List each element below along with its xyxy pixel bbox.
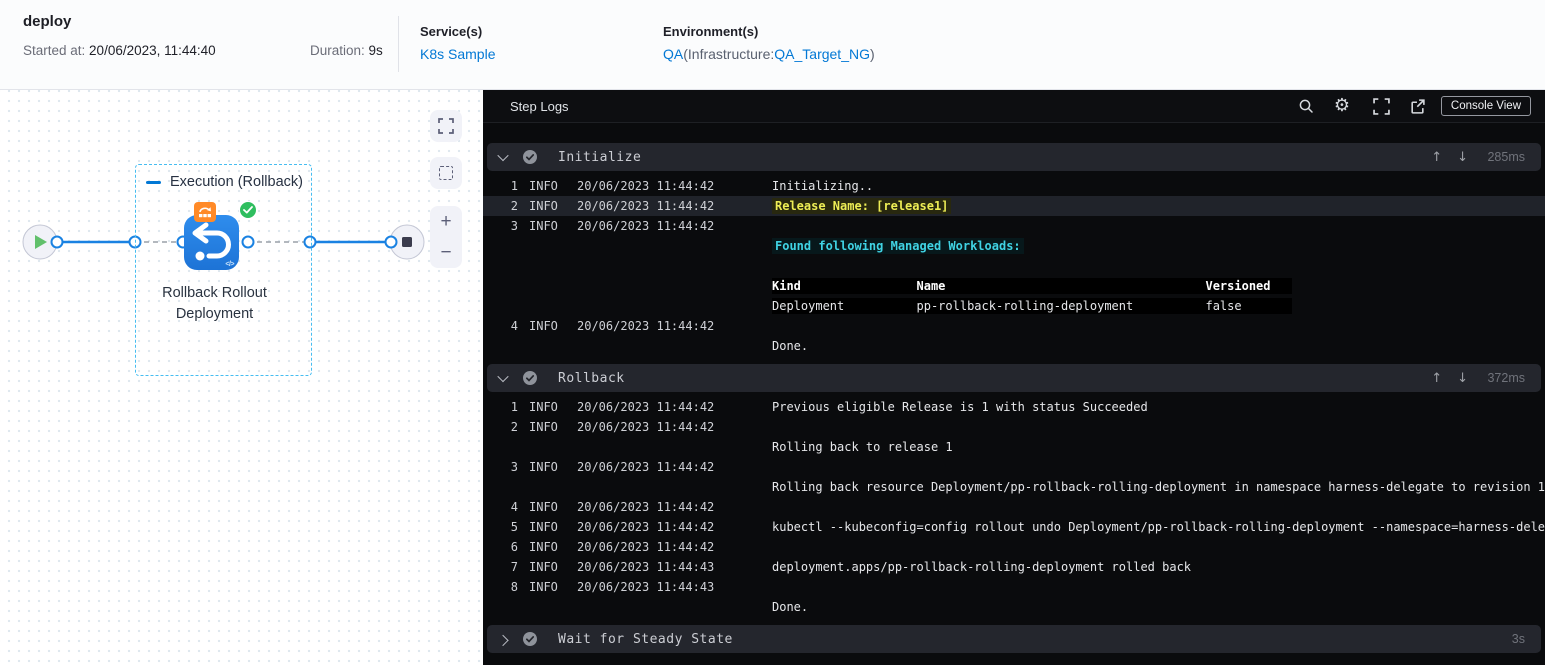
zoom-in-button[interactable]: + xyxy=(440,212,451,231)
log-line: Deployment pp-rollback-rolling-deploymen… xyxy=(772,298,1293,314)
search-icon xyxy=(1299,99,1313,113)
duration: Duration: 9s xyxy=(310,43,383,58)
log-line: Rolling back resource Deployment/pp-roll… xyxy=(772,480,1545,494)
environments-label: Environment(s) xyxy=(663,24,759,39)
chevron-down-icon xyxy=(497,370,509,383)
log-line: 2 INFO 20/06/2023 11:44:42 xyxy=(510,420,715,434)
log-line: Found following Managed Workloads: xyxy=(483,236,1545,256)
log-line: 3 INFO 20/06/2023 11:44:42 xyxy=(510,460,715,474)
step-success-check-icon xyxy=(523,632,537,646)
log-section-wait-for-steady-state: Wait for Steady State 3s xyxy=(483,625,1545,653)
infrastructure-link[interactable]: QA_Target_NG xyxy=(774,46,870,62)
log-sections: Initialize ↑ ↓ 285ms 1 INFO 20/06/2023 11:44… xyxy=(483,123,1545,653)
marquee-select-icon xyxy=(439,166,453,180)
code-glyph-icon: </> xyxy=(225,261,234,268)
log-section-header-wait-for-steady-state[interactable]: Wait for Steady State 3s xyxy=(487,625,1541,653)
zoom-out-button[interactable]: − xyxy=(440,243,451,262)
log-line: 7 INFO 20/06/2023 11:44:43 deployment.apps/… xyxy=(510,560,1192,574)
section-log-lines: 1 INFO 20/06/2023 11:44:42 Previous eligibl… xyxy=(483,397,1545,617)
pipeline-graph-canvas[interactable]: Execution (Rollback) </> Rollback Rollou xyxy=(0,90,483,665)
collapse-group-icon[interactable] xyxy=(146,180,161,184)
section-title: Initialize xyxy=(558,149,642,165)
section-duration: 285ms xyxy=(1487,150,1525,164)
log-line: Done. xyxy=(772,600,809,614)
started-at: Started at: 20/06/2023, 11:44:40 xyxy=(23,43,216,58)
header-divider xyxy=(398,16,399,72)
log-line: 8 INFO 20/06/2023 11:44:43 xyxy=(510,580,715,594)
execution-header: deploy Started at: 20/06/2023, 11:44:40 … xyxy=(0,0,1545,90)
log-line: Kind Name Versioned xyxy=(772,278,1293,294)
infrastructure-prefix: (Infrastructure: xyxy=(683,46,775,62)
log-line: 5 INFO 20/06/2023 11:44:42 kubectl --kubeco… xyxy=(510,520,1545,534)
log-section-header-rollback[interactable]: Rollback ↑ ↓ 372ms xyxy=(487,364,1541,392)
scroll-to-top-icon[interactable]: ↑ xyxy=(1431,150,1442,165)
scroll-to-top-icon[interactable]: ↑ xyxy=(1431,371,1442,386)
scroll-to-bottom-icon[interactable]: ↓ xyxy=(1457,150,1468,165)
infrastructure-suffix: ) xyxy=(869,46,875,62)
chevron-down-icon xyxy=(497,149,509,162)
expand-logs-button[interactable] xyxy=(1367,95,1397,117)
environment-link[interactable]: QA xyxy=(663,46,683,62)
pipeline-execution-page: deploy Started at: 20/06/2023, 11:44:40 … xyxy=(0,0,1545,665)
step-success-check-icon xyxy=(523,150,537,164)
log-line: 1 INFO 20/06/2023 11:44:42 Previous eligibl… xyxy=(510,400,1148,414)
service-link[interactable]: K8s Sample xyxy=(420,46,495,62)
section-log-lines: 1 INFO 20/06/2023 11:44:42 Initializing.. 2 I… xyxy=(483,176,1545,356)
services-label: Service(s) xyxy=(420,24,483,39)
rolling-deployment-badge-icon xyxy=(194,202,216,222)
console-view-button[interactable]: Console View xyxy=(1440,96,1531,116)
execution-group-label[interactable]: Execution (Rollback) xyxy=(146,174,303,190)
section-title: Wait for Steady State xyxy=(558,631,733,647)
step-success-check-icon xyxy=(239,201,257,219)
page-title: deploy xyxy=(23,13,72,30)
step-label: Rollback Rollout Deployment xyxy=(162,285,267,322)
log-line: 1 INFO 20/06/2023 11:44:42 Initializing.. xyxy=(510,179,874,193)
scroll-to-bottom-icon[interactable]: ↓ xyxy=(1457,371,1468,386)
step-logs-title: Step Logs xyxy=(510,98,569,114)
fullscreen-icon xyxy=(1373,97,1391,115)
stop-icon xyxy=(402,237,412,247)
log-section-rollback: Rollback ↑ ↓ 372ms 1 INFO 20/06/2023 11:44:4… xyxy=(483,364,1545,617)
settings-button[interactable]: ⚙ xyxy=(1327,95,1357,117)
log-section-initialize: Initialize ↑ ↓ 285ms 1 INFO 20/06/2023 11:44… xyxy=(483,143,1545,356)
environments-block: Environment(s) QA(Infrastructure:QA_Targ… xyxy=(663,24,875,62)
log-line: 6 INFO 20/06/2023 11:44:42 xyxy=(510,540,715,554)
services-block: Service(s) K8s Sample xyxy=(420,24,495,62)
canvas-zoom-controls: + − xyxy=(430,206,462,268)
log-line: 2 INFO 20/06/2023 11:44:42 Release Name: [r… xyxy=(483,196,1545,216)
step-logs-header: Step Logs ⚙ Console View xyxy=(483,90,1545,123)
group-label-text: Execution (Rollback) xyxy=(170,174,303,190)
canvas-marquee-select-button[interactable] xyxy=(430,157,462,189)
log-line: 4 INFO 20/06/2023 11:44:42 xyxy=(510,319,715,333)
log-line: Rolling back to release 1 xyxy=(772,440,953,454)
step-success-check-icon xyxy=(523,371,537,385)
open-in-new-tab-button[interactable] xyxy=(1403,95,1433,117)
chevron-right-icon xyxy=(497,634,509,647)
step-logs-panel: Step Logs ⚙ Console View Initialize ↑ ↓ … xyxy=(483,90,1545,665)
log-line: 4 INFO 20/06/2023 11:44:42 xyxy=(510,500,715,514)
search-button[interactable] xyxy=(1291,95,1321,117)
log-section-header-initialize[interactable]: Initialize ↑ ↓ 285ms xyxy=(487,143,1541,171)
canvas-fullscreen-button[interactable] xyxy=(430,110,462,142)
section-duration: 372ms xyxy=(1487,371,1525,385)
log-line: Done. xyxy=(772,339,809,353)
external-link-icon xyxy=(1411,98,1426,114)
section-duration: 3s xyxy=(1511,632,1525,646)
section-title: Rollback xyxy=(558,370,625,386)
fullscreen-icon xyxy=(438,118,454,134)
log-line: 3 INFO 20/06/2023 11:44:42 xyxy=(510,219,715,233)
rollback-step-node[interactable]: </> xyxy=(184,215,239,270)
gear-icon: ⚙ xyxy=(1333,95,1350,116)
